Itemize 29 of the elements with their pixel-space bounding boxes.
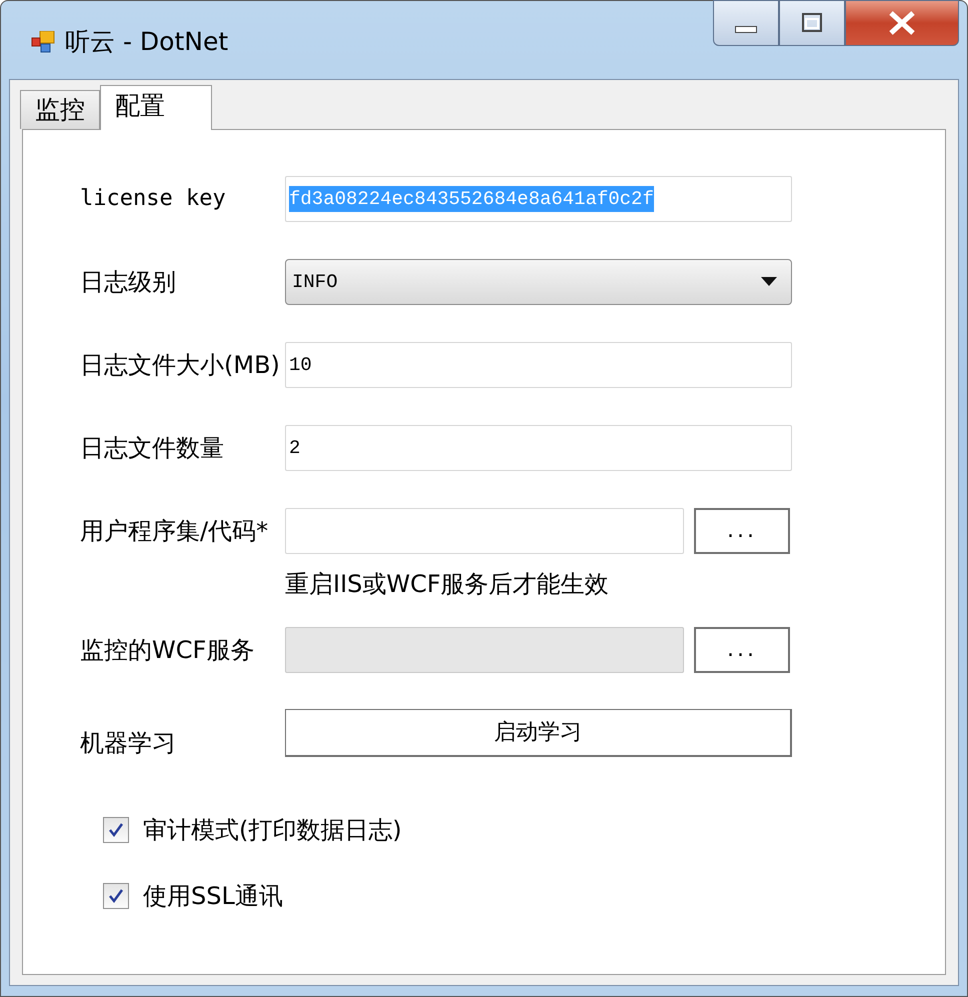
checkbox-label: 审计模式(打印数据日志) [143, 815, 402, 846]
minimize-icon [735, 26, 757, 32]
input-field[interactable] [285, 508, 684, 554]
maximize-button[interactable] [779, 0, 845, 46]
checkbox-label: 使用SSL通讯 [143, 881, 283, 912]
field-label: 日志文件大小(MB) [79, 350, 281, 380]
window-title: 听云 - DotNet [65, 26, 228, 58]
dropdown[interactable]: INFO [285, 258, 792, 304]
tab[interactable]: 配置 [100, 85, 212, 130]
check-icon [108, 888, 124, 904]
caret-icon [761, 276, 777, 286]
minimize-button[interactable] [713, 0, 779, 46]
checkbox[interactable] [103, 883, 129, 909]
field-label: license key [79, 186, 227, 211]
tab[interactable]: 监控 [20, 90, 100, 129]
start-learning-button[interactable]: 启动学习 [285, 708, 792, 756]
check-icon [108, 822, 124, 838]
hint-text: 重启IIS或WCF服务后才能生效 [285, 569, 609, 600]
field-label: 日志级别 [79, 266, 177, 298]
app-icon [31, 31, 55, 53]
field-label: 日志文件数量 [79, 432, 225, 464]
field-label: 机器学习 [79, 728, 177, 758]
field-label: 用户程序集/代码* [79, 516, 270, 546]
input-field[interactable]: 2 [285, 424, 792, 470]
browse-button[interactable]: ... [694, 508, 790, 554]
checkbox[interactable] [103, 817, 129, 843]
field-label: 监控的WCF服务 [79, 634, 256, 666]
close-button[interactable] [845, 0, 959, 46]
input-field[interactable]: 10 [285, 342, 792, 388]
